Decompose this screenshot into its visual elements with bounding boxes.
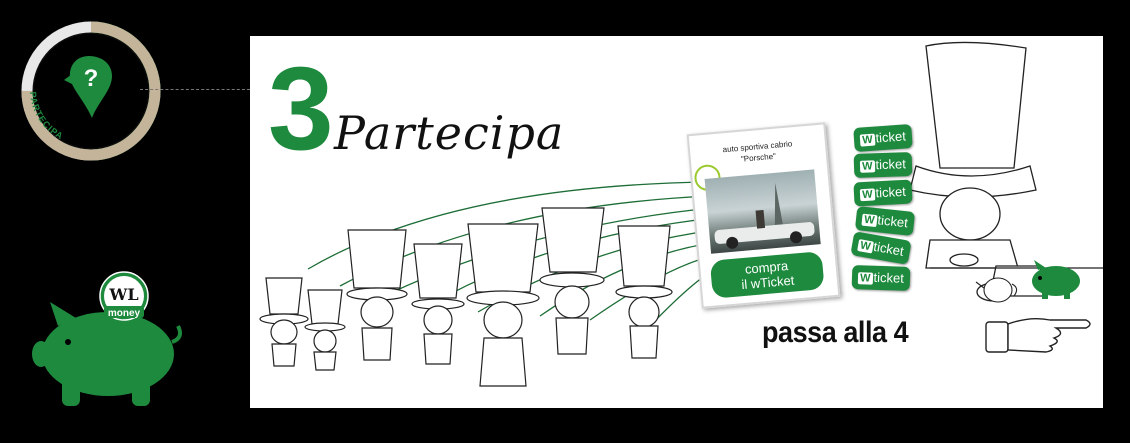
connector-line bbox=[140, 89, 250, 91]
wticket[interactable]: Wticket bbox=[851, 264, 911, 292]
progress-label: PARTECIPA bbox=[28, 91, 64, 141]
wticket[interactable]: Wticket bbox=[853, 124, 913, 152]
figure bbox=[615, 225, 673, 359]
illustration bbox=[259, 41, 1103, 387]
step-title: Partecipa bbox=[334, 106, 565, 160]
step-number: 3 bbox=[268, 43, 334, 175]
large-figure bbox=[909, 41, 1047, 302]
progress-label-arc: PARTECIPA bbox=[28, 91, 65, 141]
wticket[interactable]: Wticket bbox=[853, 151, 913, 179]
next-step-link[interactable]: passa alla 4 bbox=[762, 316, 909, 350]
car-photo bbox=[704, 169, 821, 254]
figure bbox=[539, 207, 605, 355]
figure bbox=[411, 243, 465, 365]
step-panel: 3 Partecipa auto sportiva cabrio "Porsch… bbox=[250, 36, 1103, 408]
wticket[interactable]: Wticket bbox=[854, 206, 916, 236]
piggy-logo: WL bbox=[108, 285, 138, 304]
figure bbox=[304, 289, 346, 371]
figure bbox=[466, 223, 540, 387]
svg-text:PARTECIPA: PARTECIPA bbox=[28, 91, 65, 141]
help-symbol: ? bbox=[84, 65, 99, 92]
buy-wticket-button[interactable]: compra il wTicket bbox=[709, 251, 825, 299]
figure bbox=[346, 229, 408, 361]
figure bbox=[259, 277, 309, 367]
piggy-bank-icon[interactable]: WL money bbox=[32, 262, 182, 412]
piggy-label: money bbox=[108, 308, 141, 319]
prize-card[interactable]: auto sportiva cabrio "Porsche" compra il… bbox=[686, 122, 841, 309]
wticket[interactable]: Wticket bbox=[853, 179, 913, 207]
wticket[interactable]: Wticket bbox=[850, 231, 912, 265]
pointing-hand-icon[interactable] bbox=[985, 317, 1091, 353]
ticket-stack: Wticket Wticket Wticket Wticket Wticket … bbox=[850, 124, 920, 296]
